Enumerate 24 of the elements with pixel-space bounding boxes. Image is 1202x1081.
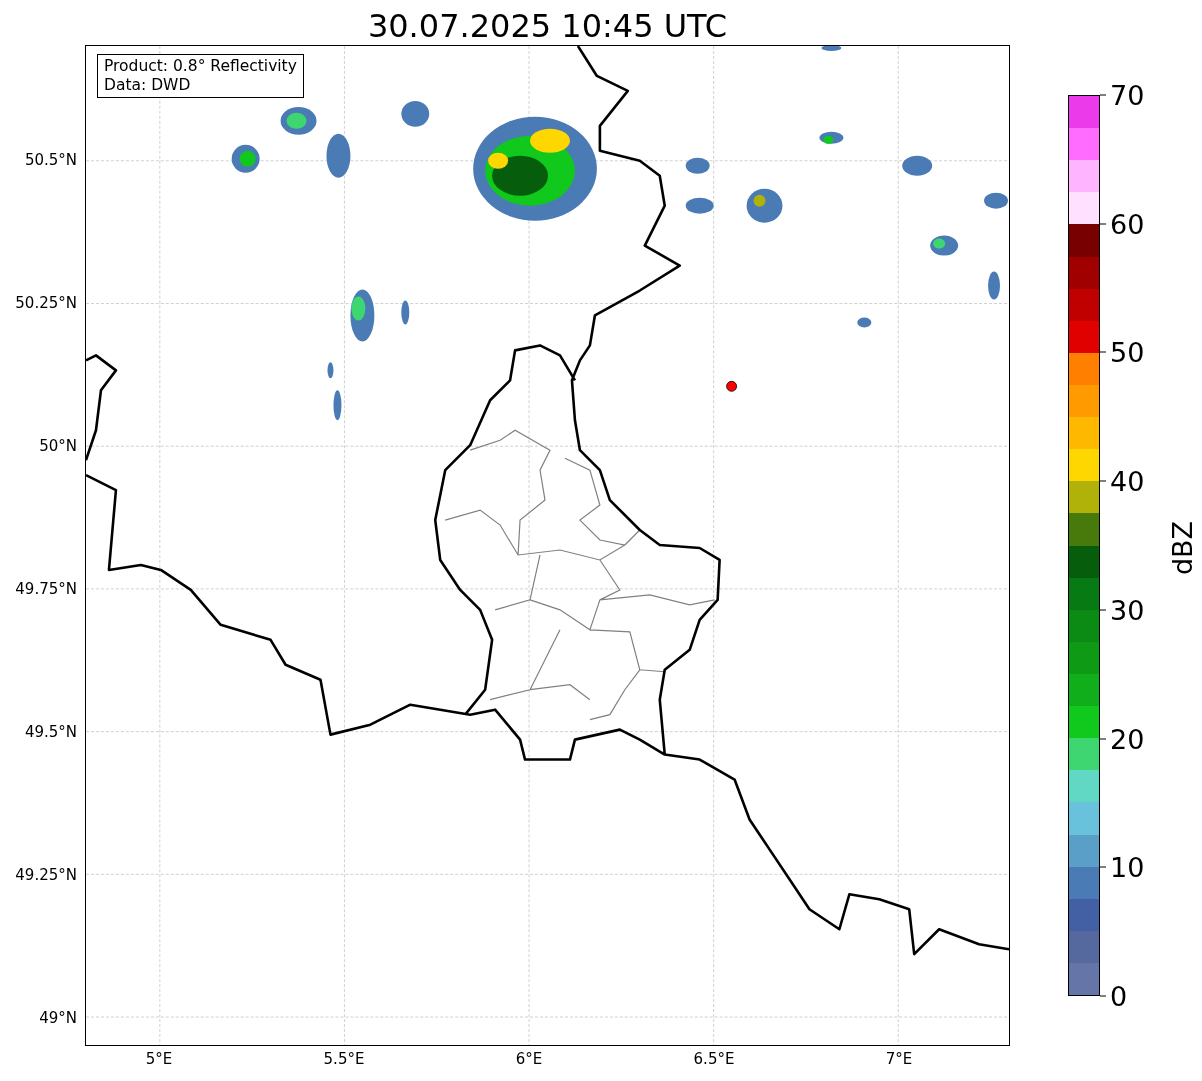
latitude-tick-label: 49.25°N [15, 866, 77, 884]
info-text: Product: 0.8° Reflectivity [104, 57, 297, 76]
latitude-tick-label: 50.25°N [15, 294, 77, 312]
latitude-tick-label: 50°N [39, 437, 77, 455]
colorbar-tick-label: 0 [1110, 980, 1128, 1012]
longitude-tick-label: 7°E [885, 1050, 913, 1068]
latitude-tick-label: 49.75°N [15, 580, 77, 598]
longitude-tick-label: 5.5°E [323, 1050, 365, 1068]
colorbar-tick-label: 20 [1110, 723, 1145, 755]
colorbar-tick-label: 10 [1110, 851, 1145, 883]
colorbar-tick-label: 70 [1110, 79, 1145, 111]
longitude-tick-label: 5°E [145, 1050, 173, 1068]
latitude-tick-label: 50.5°N [24, 151, 77, 169]
colorbar-tick-label: 40 [1110, 465, 1145, 497]
colorbar-tick-label: 60 [1110, 208, 1145, 240]
colorbar-label: dBZ [1166, 520, 1198, 576]
info-text: Data: DWD [104, 76, 192, 95]
latitude-tick-label: 49.5°N [24, 723, 77, 741]
colorbar-tick-label: 30 [1110, 594, 1145, 626]
longitude-tick-label: 6.5°E [693, 1050, 735, 1068]
latitude-tick-label: 49°N [39, 1009, 77, 1027]
longitude-tick-label: 6°E [515, 1050, 543, 1068]
colorbar-tick-label: 50 [1110, 336, 1145, 368]
chart-title: 30.07.2025 10:45 UTC [366, 7, 729, 45]
